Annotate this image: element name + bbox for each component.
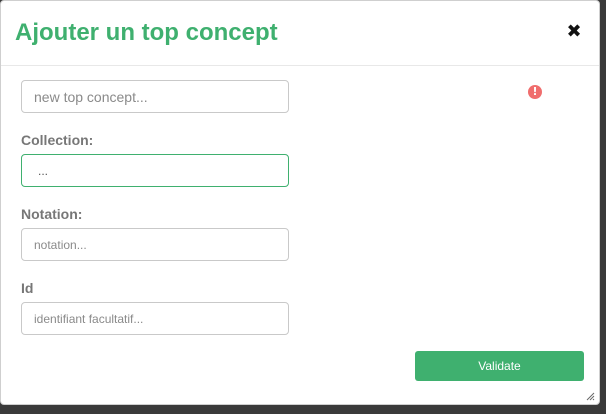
id-label: Id [21,280,34,296]
dialog-title: Ajouter un top concept [15,19,278,46]
resize-handle-icon[interactable] [585,391,595,401]
collection-label: Collection: [21,132,94,148]
id-input[interactable] [21,302,289,335]
collection-input[interactable] [21,154,289,187]
exclamation-circle-icon: ! [528,85,542,99]
validate-button[interactable]: Validate [415,351,584,381]
dialog-header: Ajouter un top concept ✖ [1,1,599,66]
close-button[interactable]: ✖ [563,21,585,43]
close-icon[interactable]: ✖ [566,21,581,42]
top-concept-input[interactable] [21,80,289,113]
notation-label: Notation: [21,206,83,222]
notation-input[interactable] [21,228,289,261]
add-top-concept-dialog: Ajouter un top concept ✖ ! Collection: N… [0,0,600,405]
